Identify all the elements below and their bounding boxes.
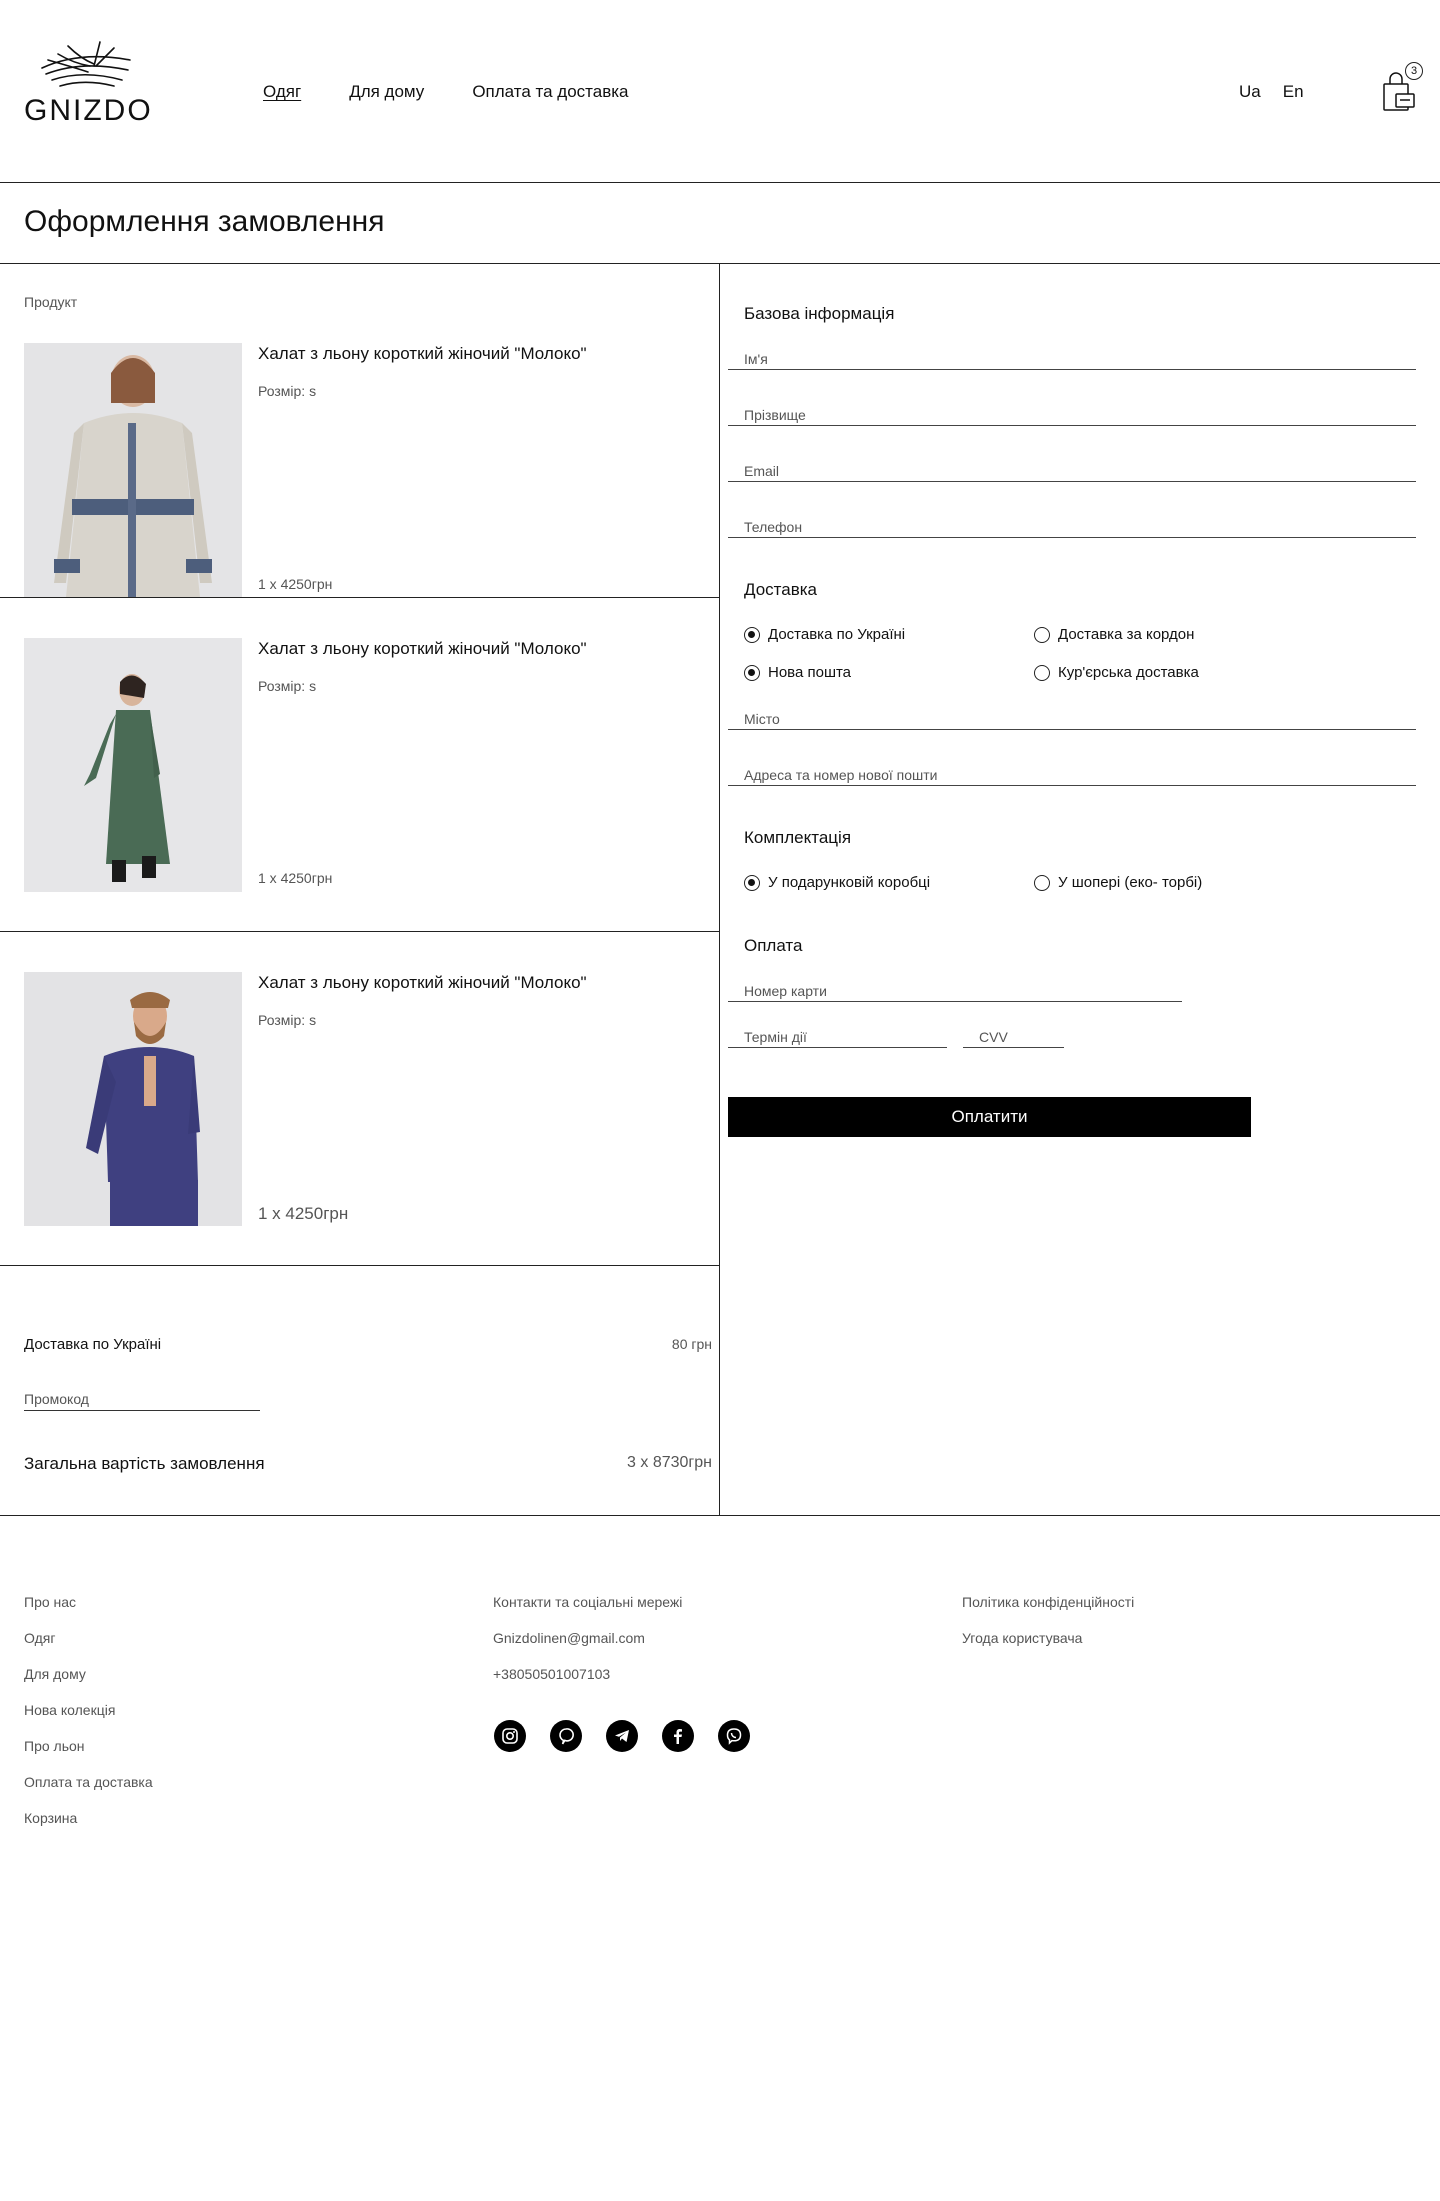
- expiry-field[interactable]: Термін дії: [728, 1012, 947, 1048]
- shipping-price: 80 грн: [671, 1336, 712, 1352]
- city-placeholder: Місто: [744, 711, 780, 727]
- footer-contacts: Контакти та соціальні мережі Gnizdolinen…: [493, 1594, 682, 1684]
- radio-courier[interactable]: Кур'єрська доставка: [1034, 664, 1199, 681]
- expiry-placeholder: Термін дії: [744, 1029, 807, 1045]
- main-nav: Одяг Для дому Оплата та доставка: [263, 82, 629, 102]
- total-label: Загальна вартість замовлення: [24, 1454, 265, 1473]
- footer-phone[interactable]: +38050501007103: [493, 1666, 682, 1684]
- lang-en[interactable]: En: [1283, 82, 1304, 102]
- footer-link-home[interactable]: Для дому: [24, 1666, 153, 1684]
- product-image-green-coat: [24, 638, 242, 892]
- product-image-striped-jacket: [24, 343, 242, 597]
- footer-link-new-collection[interactable]: Нова колекція: [24, 1702, 153, 1720]
- footer-link-clothes[interactable]: Одяг: [24, 1630, 153, 1648]
- social-links: [494, 1720, 750, 1752]
- telegram-icon[interactable]: [606, 1720, 638, 1752]
- email-placeholder: Email: [744, 463, 780, 479]
- language-switcher: Ua En: [1239, 82, 1304, 102]
- brand-logo[interactable]: GNIZDO: [24, 38, 154, 128]
- footer-links-main: Про нас Одяг Для дому Нова колекція Про …: [24, 1594, 153, 1828]
- nav-item-payment-delivery[interactable]: Оплата та доставка: [472, 82, 628, 102]
- product-quantity-price: 1 x 4250грн: [258, 870, 333, 886]
- instagram-icon[interactable]: [494, 1720, 526, 1752]
- product-quantity-price: 1 x 4250грн: [258, 576, 333, 592]
- footer-email[interactable]: Gnizdolinen@gmail.com: [493, 1630, 682, 1648]
- nest-logo-icon: [41, 41, 131, 87]
- city-field[interactable]: Місто: [728, 694, 1416, 730]
- pay-button[interactable]: Оплатити: [728, 1097, 1251, 1137]
- product-size: Розмір: s: [258, 1012, 317, 1028]
- radio-delivery-ukraine[interactable]: Доставка по Україні: [744, 626, 905, 643]
- site-footer: Про нас Одяг Для дому Нова колекція Про …: [0, 1515, 1440, 2201]
- card-number-placeholder: Номер карти: [744, 983, 827, 999]
- address-field[interactable]: Адреса та номер нової пошти: [728, 750, 1416, 786]
- radio-unchecked-icon: [1034, 626, 1050, 643]
- cvv-placeholder: CVV: [979, 1029, 1008, 1045]
- shipping-label: Доставка по Україні: [24, 1336, 162, 1353]
- product-row: Халат з льону короткий жіночий "Молоко" …: [0, 932, 720, 1266]
- title-bar: Оформлення замовлення: [0, 183, 1440, 264]
- packaging-title: Комплектація: [744, 828, 852, 847]
- footer-contacts-title: Контакти та соціальні мережі: [493, 1594, 683, 1610]
- total-row: Загальна вартість замовлення 3 x 8730грн: [24, 1454, 712, 1474]
- total-price: 3 x 8730грн: [627, 1454, 712, 1471]
- pinterest-icon[interactable]: [550, 1720, 582, 1752]
- product-row: Халат з льону короткий жіночий "Молоко" …: [0, 264, 720, 598]
- nav-item-home[interactable]: Для дому: [349, 82, 424, 102]
- product-size: Розмір: s: [258, 383, 317, 399]
- promo-code-input[interactable]: Промокод: [24, 1391, 260, 1411]
- radio-nova-poshta[interactable]: Нова пошта: [744, 664, 851, 681]
- last-name-placeholder: Прізвище: [744, 407, 806, 423]
- radio-eco-bag[interactable]: У шопері (еко- торбі): [1034, 874, 1202, 891]
- footer-link-cart[interactable]: Корзина: [24, 1810, 153, 1828]
- product-row: Халат з льону короткий жіночий "Молоко" …: [0, 598, 720, 932]
- product-name: Халат з льону короткий жіночий "Молоко": [258, 973, 587, 992]
- cart-button[interactable]: 3: [1381, 62, 1425, 112]
- last-name-field[interactable]: Прізвище: [728, 390, 1416, 426]
- footer-link-about-linen[interactable]: Про льон: [24, 1738, 153, 1756]
- cvv-field[interactable]: CVV: [963, 1012, 1064, 1048]
- page-title: Оформлення замовлення: [24, 205, 385, 238]
- radio-checked-icon: [744, 874, 760, 891]
- shipping-row: Доставка по Україні 80 грн: [24, 1336, 712, 1353]
- footer-legal: Політика конфіденційності Угода користув…: [962, 1594, 1134, 1648]
- footer-link-about[interactable]: Про нас: [24, 1594, 153, 1612]
- address-placeholder: Адреса та номер нової пошти: [744, 767, 938, 783]
- product-photo[interactable]: [24, 638, 242, 892]
- card-number-field[interactable]: Номер карти: [728, 966, 1182, 1002]
- cart-count-badge: 3: [1405, 62, 1423, 80]
- product-size: Розмір: s: [258, 678, 317, 694]
- order-summary: Продукт Халат з льону короткий жіночий "…: [0, 264, 720, 1515]
- nav-item-clothes[interactable]: Одяг: [263, 82, 301, 102]
- lang-ua[interactable]: Ua: [1239, 82, 1261, 102]
- radio-gift-box[interactable]: У подарунковій коробці: [744, 874, 930, 891]
- payment-title: Оплата: [744, 936, 803, 955]
- footer-link-payment-delivery[interactable]: Оплата та доставка: [24, 1774, 153, 1792]
- viber-icon[interactable]: [718, 1720, 750, 1752]
- delivery-title: Доставка: [744, 580, 818, 599]
- radio-unchecked-icon: [1034, 664, 1050, 681]
- radio-checked-icon: [744, 664, 760, 681]
- email-field[interactable]: Email: [728, 446, 1416, 482]
- product-photo[interactable]: [24, 343, 242, 597]
- product-quantity-price: 1 x 4250грн: [258, 1204, 349, 1223]
- footer-link-privacy[interactable]: Політика конфіденційності: [962, 1594, 1134, 1612]
- footer-link-terms[interactable]: Угода користувача: [962, 1630, 1134, 1648]
- product-name: Халат з льону короткий жіночий "Молоко": [258, 344, 587, 363]
- facebook-icon[interactable]: [662, 1720, 694, 1752]
- product-name: Халат з льону короткий жіночий "Молоко": [258, 639, 587, 658]
- radio-checked-icon: [744, 626, 760, 643]
- first-name-field[interactable]: Ім'я: [728, 334, 1416, 370]
- checkout-form: Базова інформація Ім'я Прізвище Email Те…: [721, 264, 1440, 1515]
- product-photo[interactable]: [24, 972, 242, 1226]
- radio-delivery-abroad[interactable]: Доставка за кордон: [1034, 626, 1194, 643]
- first-name-placeholder: Ім'я: [744, 351, 768, 367]
- basic-info-title: Базова інформація: [744, 304, 895, 323]
- product-image-blue-shirt: [24, 972, 242, 1226]
- phone-placeholder: Телефон: [744, 519, 803, 535]
- brand-name: GNIZDO: [24, 94, 153, 127]
- radio-unchecked-icon: [1034, 874, 1050, 891]
- site-header: GNIZDO Одяг Для дому Оплата та доставка …: [0, 0, 1440, 183]
- phone-field[interactable]: Телефон: [728, 502, 1416, 538]
